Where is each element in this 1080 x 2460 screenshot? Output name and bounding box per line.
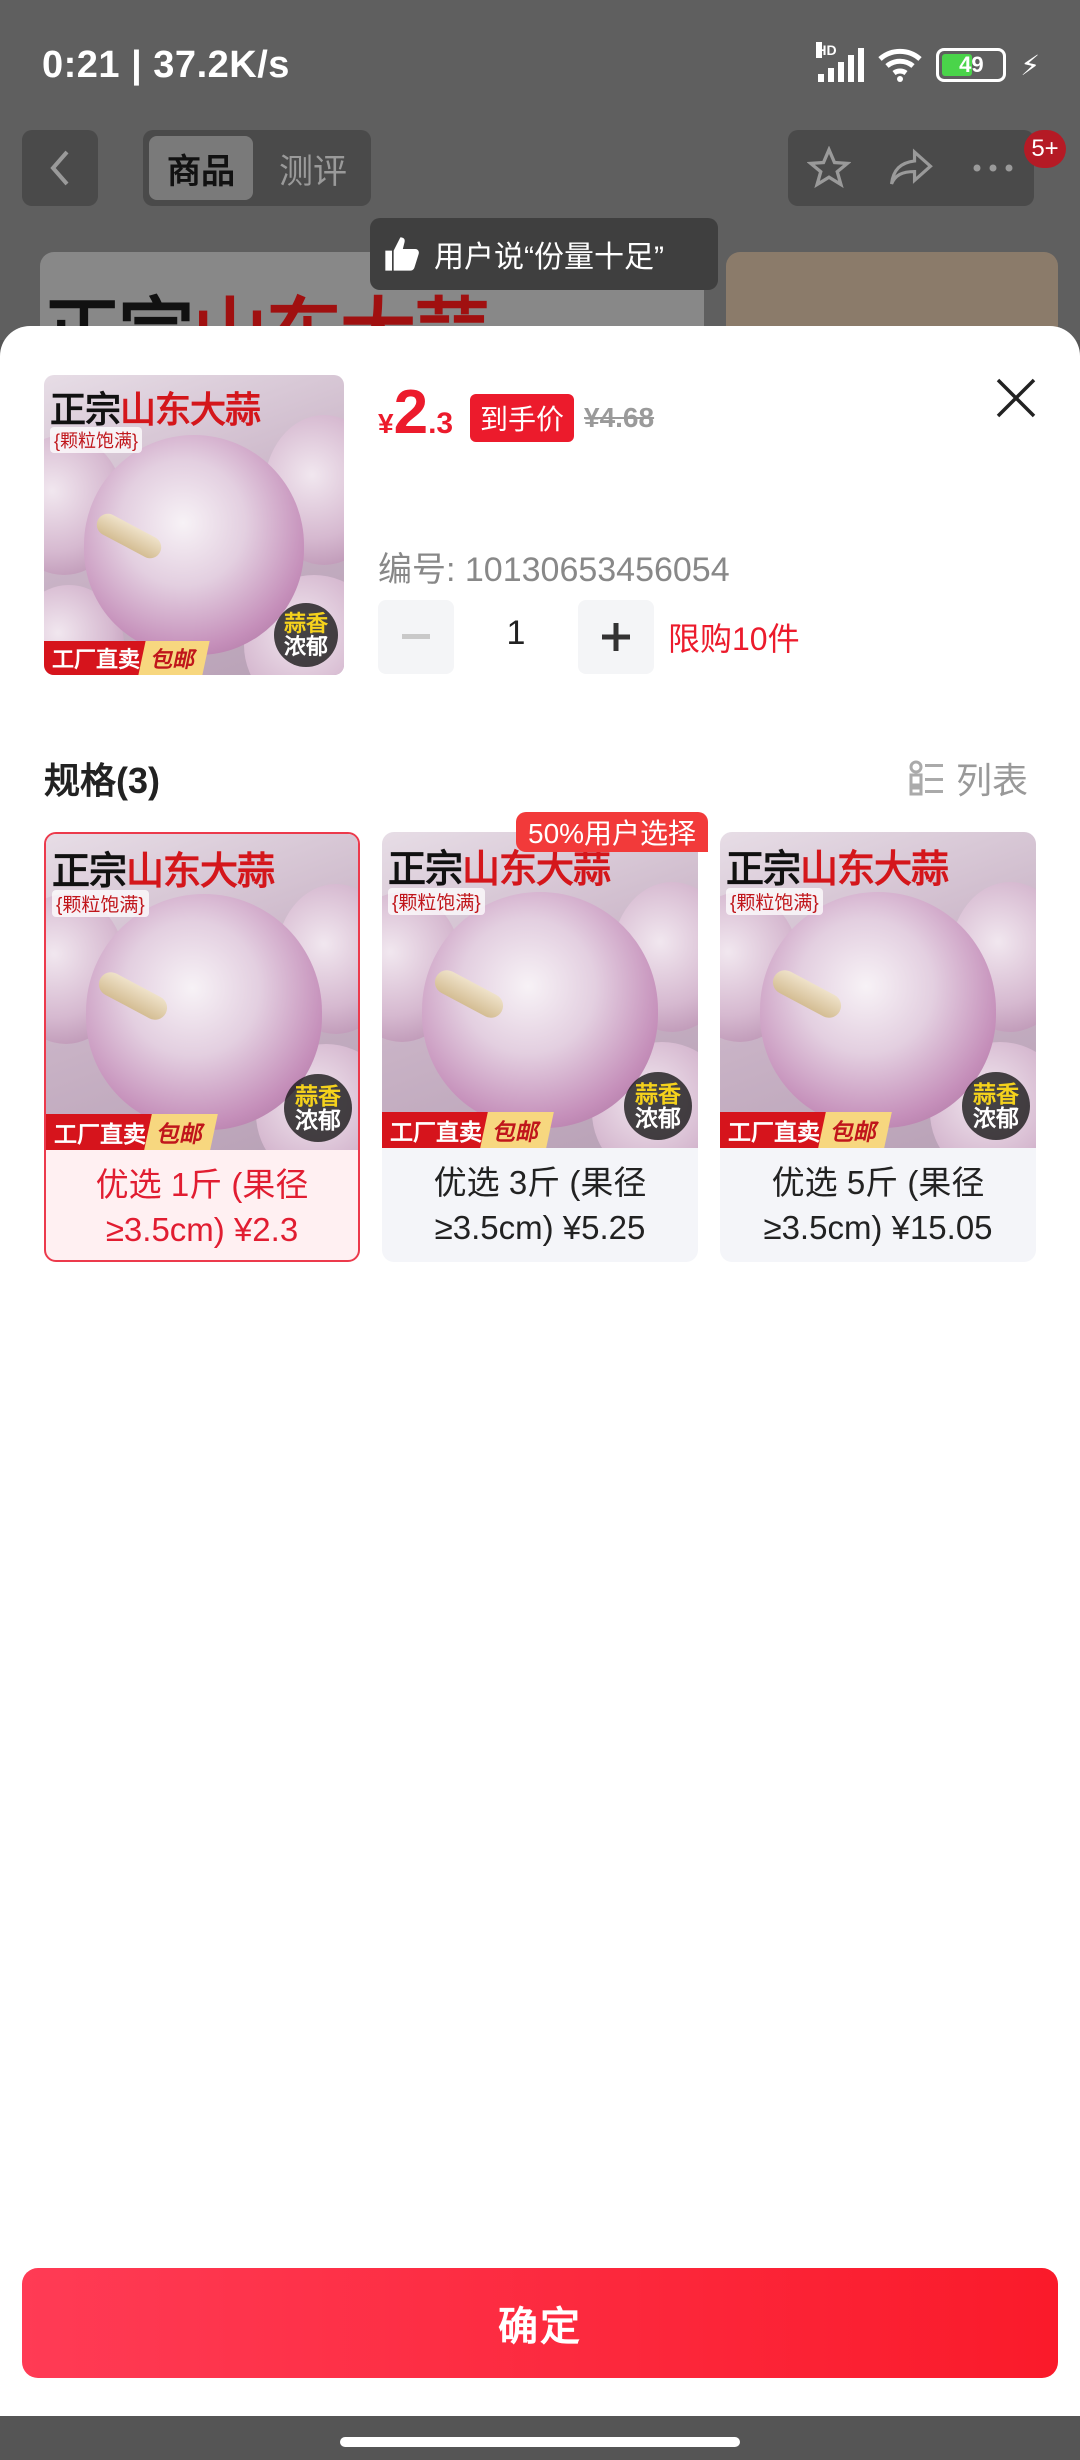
minus-icon (402, 634, 430, 639)
sku-number: 编号: 10130653456054 (378, 551, 730, 589)
purchase-limit: 限购10件 (668, 621, 800, 657)
charging-icon: ⚡ (1020, 49, 1040, 81)
popular-choice-badge: 50%用户选择 (516, 812, 709, 852)
nav-actions (788, 130, 1034, 206)
status-icons: HD 49 ⚡ (816, 42, 1040, 82)
share-icon[interactable] (888, 148, 934, 188)
spec-option-image: 正宗山东大蒜 {颗粒饱满} 蒜香 浓郁 工厂直卖 包邮 (46, 834, 358, 1150)
final-price-tag: 到手价 (470, 394, 575, 442)
status-bar: 0:21 | 37.2K/s HD 49 ⚡ (0, 0, 1080, 130)
quantity-decrease-button[interactable] (378, 600, 454, 674)
plus-icon (602, 623, 630, 651)
list-view-toggle[interactable]: 列表 (908, 752, 1028, 804)
price: ¥ 2 .3 (378, 378, 454, 447)
battery-icon: 49 (936, 48, 1007, 82)
spec-option-3[interactable]: 正宗山东大蒜 {颗粒饱满} 蒜香 浓郁 工厂直卖 包邮 优选 5斤 (果径≥3.5c… (720, 832, 1036, 1262)
back-button[interactable] (22, 130, 98, 206)
spec-option-label: 优选 1斤 (果径≥3.5cm) ¥2.3 (95, 1166, 309, 1248)
original-price: ¥4.68 (584, 402, 655, 433)
spec-option-label: 优选 3斤 (果径≥3.5cm) ¥5.25 (433, 1164, 647, 1246)
confirm-button[interactable]: 确定 (22, 2268, 1058, 2378)
wifi-icon (878, 48, 922, 82)
home-indicator[interactable] (340, 2437, 740, 2447)
spec-option-image: 正宗山东大蒜 {颗粒饱满} 蒜香 浓郁 工厂直卖 包邮 (720, 832, 1036, 1148)
spec-option-label: 优选 5斤 (果径≥3.5cm) ¥15.05 (763, 1164, 993, 1246)
close-icon[interactable] (992, 374, 1040, 422)
spec-option-image: 正宗山东大蒜 {颗粒饱满} 蒜香 浓郁 工厂直卖 包邮 (382, 832, 698, 1148)
quantity-increase-button[interactable] (578, 600, 654, 674)
chevron-left-icon (50, 150, 69, 186)
quantity-value[interactable]: 1 (490, 614, 542, 653)
status-time: 0:21 | 37.2K/s (42, 44, 290, 86)
spec-option-2[interactable]: 正宗山东大蒜 {颗粒饱满} 蒜香 浓郁 工厂直卖 包邮 优选 3斤 (果径≥3.5c… (382, 832, 698, 1262)
tab-review[interactable]: 测评 (263, 144, 363, 193)
list-icon (909, 760, 943, 796)
tab-product[interactable]: 商品 (149, 136, 253, 200)
review-toast: 用户说“份量十足” (370, 218, 718, 290)
signal-icon: HD (816, 42, 865, 82)
product-image: 正宗山东大蒜 {颗粒饱满} 蒜香 浓郁 工厂直卖 包邮 (44, 375, 344, 675)
more-icon[interactable] (971, 162, 1015, 174)
thumbs-up-icon (385, 237, 419, 271)
notification-badge: 5+ (1024, 130, 1066, 168)
nav-tabs: 商品 测评 (143, 130, 371, 206)
spec-option-1[interactable]: 正宗山东大蒜 {颗粒饱满} 蒜香 浓郁 工厂直卖 包邮 优选 1斤 (果径≥3.5c… (44, 832, 360, 1262)
star-icon[interactable] (806, 146, 851, 190)
spec-title: 规格(3) (44, 760, 160, 801)
